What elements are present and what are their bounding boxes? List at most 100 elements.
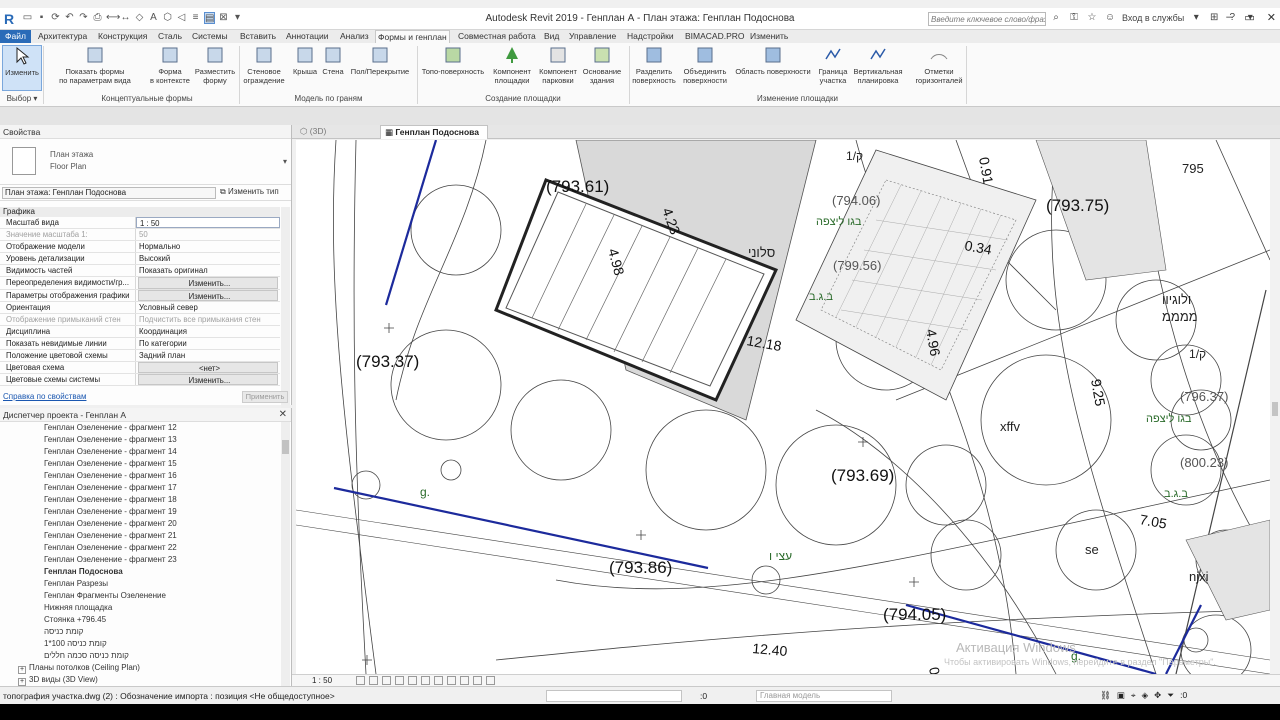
apply-button[interactable]: Применить xyxy=(242,391,288,403)
select-links-icon[interactable]: ⛓ xyxy=(1100,690,1111,701)
select-underlay-icon[interactable]: ▣ xyxy=(1117,690,1125,701)
browser-item[interactable]: קומת כניסה xyxy=(0,626,280,638)
property-edit-button[interactable]: Изменить... xyxy=(138,374,278,386)
ribbon-button[interactable]: Форма в контексте xyxy=(148,45,192,91)
crop-view-icon[interactable] xyxy=(408,676,417,685)
spot-elevation-label[interactable]: (799.56) xyxy=(833,258,881,273)
thin-lines-icon[interactable]: ≡ xyxy=(190,12,201,24)
drawing-canvas[interactable]: (793.61) (793.75) (793.37) (793.69) (793.86)… xyxy=(296,140,1270,674)
ribbon-tab[interactable]: Сталь xyxy=(156,30,184,43)
revit-logo[interactable]: R xyxy=(4,11,18,27)
sun-path-icon[interactable] xyxy=(382,676,391,685)
temporary-hide-icon[interactable] xyxy=(447,676,456,685)
minimize-icon[interactable]: – xyxy=(1226,11,1232,24)
property-value[interactable]: Условный север xyxy=(136,302,280,313)
property-value[interactable]: По категории xyxy=(136,338,280,349)
dimension-label[interactable]: 7.05 xyxy=(1138,511,1168,532)
close-icon[interactable]: ✕ xyxy=(279,408,287,422)
view-tab[interactable]: ⬡ (3D) xyxy=(296,125,376,139)
ribbon-tab[interactable]: Совместная работа xyxy=(456,30,538,43)
property-edit-button[interactable]: <нет> xyxy=(138,362,278,374)
browser-item[interactable]: Стоянка +796.45 xyxy=(0,614,280,626)
ribbon-button[interactable]: Стеновое ограждение xyxy=(241,45,287,91)
ribbon-button[interactable]: Вертикальная планировка xyxy=(851,45,905,91)
dimension-label[interactable]: 0.91 xyxy=(976,156,997,186)
browser-item[interactable]: קומת כניסה סכמה חללים xyxy=(0,650,280,662)
ribbon-tab[interactable]: Вид xyxy=(542,30,561,43)
browser-item[interactable]: Генплан Озеленение - фрагмент 22 xyxy=(0,542,280,554)
expand-icon[interactable]: + xyxy=(18,678,26,686)
ribbon-button[interactable]: Топо-поверхность xyxy=(418,45,488,91)
type-selector[interactable]: План этажа Floor Plan ▾ xyxy=(0,139,291,185)
property-value[interactable]: Задний план xyxy=(136,350,280,361)
browser-item[interactable]: Генплан Озеленение - фрагмент 13 xyxy=(0,434,280,446)
ribbon-button[interactable]: Крыша xyxy=(290,45,320,91)
select-pinned-icon[interactable]: ⌖ xyxy=(1131,690,1136,701)
scrollbar-thumb[interactable] xyxy=(282,440,289,454)
reveal-hidden-icon[interactable] xyxy=(460,676,469,685)
browser-item[interactable]: Нижняя площадка xyxy=(0,602,280,614)
qat-dropdown-icon[interactable]: ▾ xyxy=(232,12,243,24)
spot-elevation-label[interactable]: (793.75) xyxy=(1046,196,1109,215)
annotation-label[interactable]: se xyxy=(1085,542,1099,557)
property-value[interactable]: Координация xyxy=(136,326,280,337)
ribbon-tab[interactable]: Анализ xyxy=(338,30,371,43)
property-value[interactable]: Высокий xyxy=(136,253,280,264)
maximize-icon[interactable]: ▭ xyxy=(1244,11,1254,24)
print-icon[interactable]: ⎙ xyxy=(92,12,103,24)
browser-item[interactable]: Генплан Озеленение - фрагмент 21 xyxy=(0,530,280,542)
ribbon-tab[interactable]: Архитектура xyxy=(36,30,89,43)
browser-item[interactable]: + Планы потолков (Ceiling Plan) xyxy=(0,662,280,674)
dimension-label[interactable]: 9.25 xyxy=(1088,378,1109,408)
instance-filter-select[interactable]: План этажа: Генплан Подоснова xyxy=(2,187,216,199)
drag-on-select-icon[interactable]: ✥ xyxy=(1154,690,1161,701)
view-tab[interactable]: ▦ Генплан Подоснова ✕ xyxy=(380,125,488,150)
favorites-icon[interactable]: ☆ xyxy=(1086,12,1098,24)
spot-elevation-label[interactable]: (793.69) xyxy=(831,466,894,485)
measure-icon[interactable]: ⟷ xyxy=(106,12,120,24)
sign-in-link[interactable]: Вход в службы xyxy=(1122,13,1184,23)
view-scale[interactable]: 1 : 50 xyxy=(312,675,332,686)
text-icon[interactable]: A xyxy=(148,12,159,24)
browser-item[interactable]: Генплан Озеленение - фрагмент 23 xyxy=(0,554,280,566)
annotation-label[interactable]: ב.ג.ב xyxy=(1164,488,1188,500)
ribbon-tab[interactable]: BIMACAD.PRO xyxy=(683,30,747,43)
browser-item[interactable]: Генплан Озеленение - фрагмент 12 xyxy=(0,422,280,434)
undo-icon[interactable]: ↶ xyxy=(64,12,75,24)
browser-item[interactable]: Генплан Озеленение - фрагмент 15 xyxy=(0,458,280,470)
spot-elevation-label[interactable]: (794.05) xyxy=(883,605,946,624)
browser-item[interactable]: Генплан Озеленение - фрагмент 20 xyxy=(0,518,280,530)
ribbon-button[interactable]: Показать формы по параметрам вида xyxy=(56,45,134,91)
ribbon-button[interactable]: Компонент площадки xyxy=(490,45,534,91)
ribbon-tab[interactable]: Аннотации xyxy=(284,30,331,43)
close-icon[interactable]: ✕ xyxy=(1267,11,1276,24)
show-crop-icon[interactable] xyxy=(421,676,430,685)
spot-elevation-label[interactable]: (793.61) xyxy=(546,177,609,196)
shadows-icon[interactable] xyxy=(395,676,404,685)
annotation-label[interactable]: njxi xyxy=(1189,569,1209,584)
annotation-label[interactable]: סלוני xyxy=(748,245,775,260)
browser-item[interactable]: Генплан Озеленение - фрагмент 17 xyxy=(0,482,280,494)
property-edit-button[interactable]: Изменить... xyxy=(138,289,278,301)
spot-elevation-label[interactable]: (794.06) xyxy=(832,193,880,208)
property-value[interactable]: Показать оригинал xyxy=(136,265,280,276)
3d-view-icon[interactable]: ⬡ xyxy=(162,12,173,24)
sync-icon[interactable]: ⟳ xyxy=(50,12,61,24)
browser-item[interactable]: Генплан Озеленение - фрагмент 16 xyxy=(0,470,280,482)
edit-type-button[interactable]: ⧉ Изменить тип xyxy=(220,187,279,197)
annotation-label[interactable]: ב.ג.ב xyxy=(809,291,833,303)
spot-elevation-label[interactable]: (800.23) xyxy=(1180,455,1228,470)
ribbon-button[interactable]: Основание здания xyxy=(580,45,624,91)
annotation-label[interactable]: 795 xyxy=(1182,161,1204,176)
section-icon[interactable]: ◁ xyxy=(176,12,187,24)
user-icon[interactable]: ☺ xyxy=(1104,12,1116,24)
ribbon-button[interactable]: Граница участка xyxy=(816,45,850,91)
browser-item[interactable]: Генплан Фрагменты Озеленение xyxy=(0,590,280,602)
ribbon-tab[interactable]: Надстройки xyxy=(625,30,676,43)
ribbon-button[interactable]: Область поверхности xyxy=(732,45,814,91)
property-group-graphics[interactable]: Графика xyxy=(0,207,280,217)
design-option-select[interactable]: Главная модель xyxy=(756,690,892,702)
ribbon-button[interactable]: Компонент парковки xyxy=(536,45,580,91)
spot-elevation-label[interactable]: (796.37) xyxy=(1180,389,1228,404)
chevron-down-icon[interactable]: ▾ xyxy=(1190,12,1202,24)
